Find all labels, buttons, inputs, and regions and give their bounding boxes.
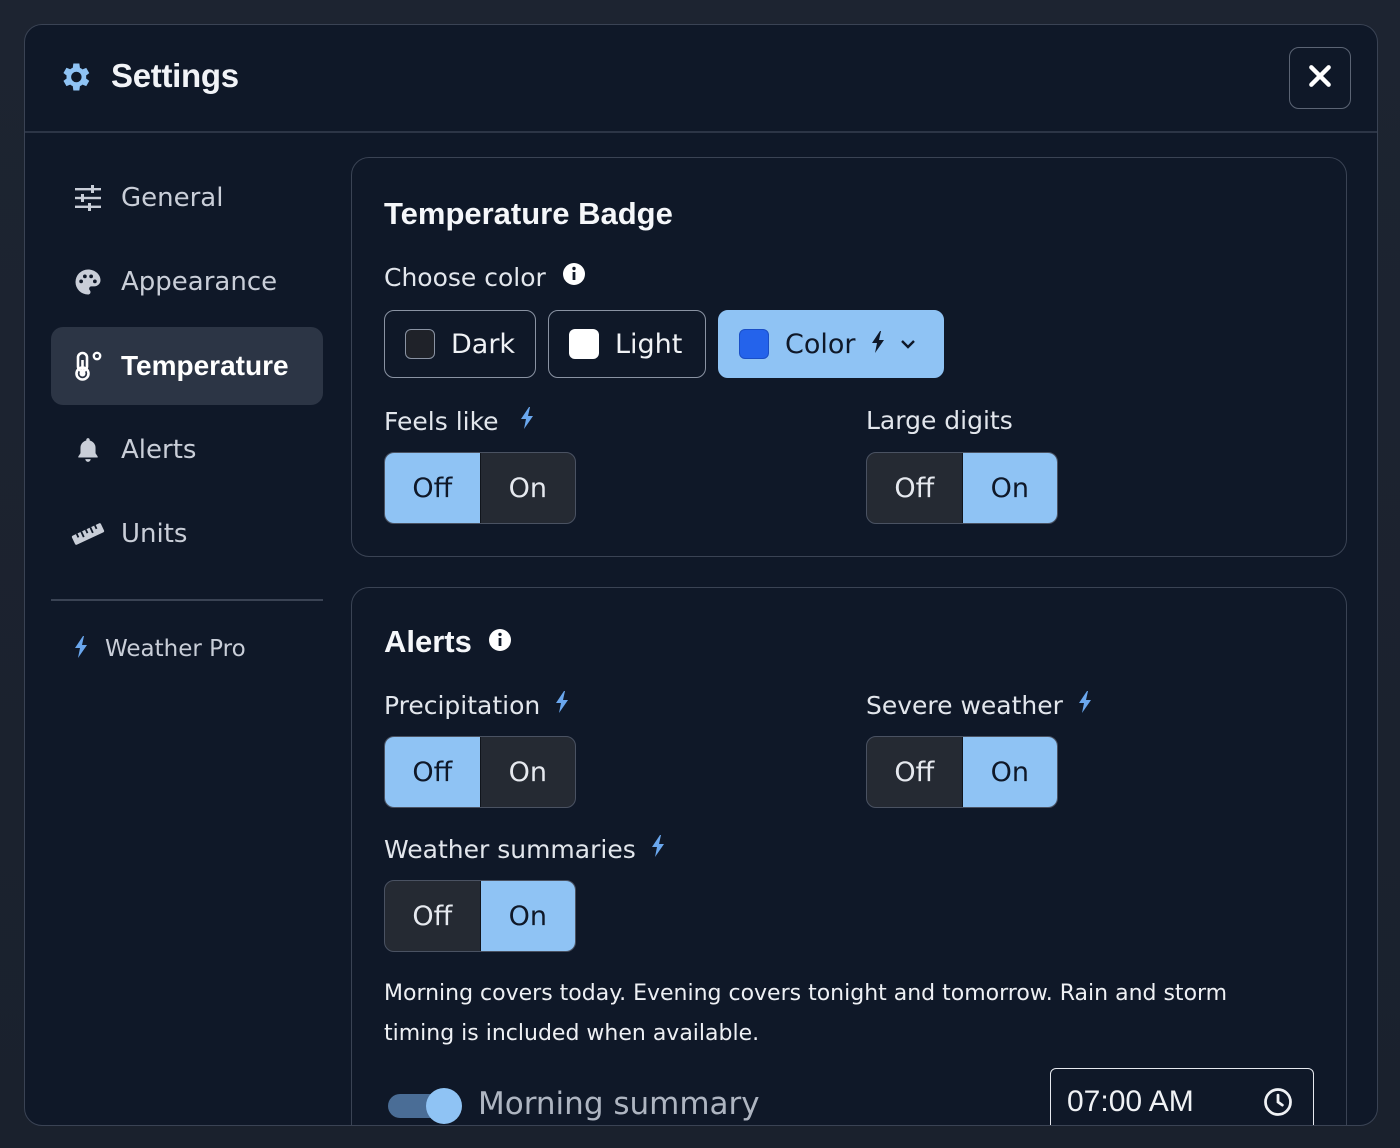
sidebar-item-temperature[interactable]: Temperature: [51, 327, 323, 405]
large-digits-label: Large digits: [866, 406, 1013, 435]
feels-like-on-option[interactable]: On: [479, 453, 576, 523]
precipitation-off-option[interactable]: Off: [385, 737, 480, 807]
weather-pro-label: Weather Pro: [105, 636, 246, 662]
precipitation-on-option[interactable]: On: [479, 737, 576, 807]
choose-color-text: Choose color: [384, 262, 546, 292]
sidebar-item-general[interactable]: General: [51, 159, 323, 237]
sidebar-item-appearance[interactable]: Appearance: [51, 243, 323, 321]
severe-weather-off-option[interactable]: Off: [867, 737, 962, 807]
color-option-dark[interactable]: Dark: [384, 310, 536, 378]
bell-icon: [71, 433, 105, 467]
close-button[interactable]: [1289, 47, 1351, 109]
dialog-header: Settings: [25, 25, 1377, 133]
large-digits-text: Large digits: [866, 406, 1013, 435]
large-digits-off-option[interactable]: Off: [867, 453, 962, 523]
precipitation-label: Precipitation: [384, 690, 570, 720]
bolt-icon: [1077, 690, 1093, 720]
time-value: 07:00 AM: [1067, 1085, 1194, 1118]
feels-like-off-option[interactable]: Off: [385, 453, 480, 523]
large-digits-toggle: Off On: [866, 452, 1058, 524]
weather-summaries-text: Weather summaries: [384, 834, 636, 864]
severe-weather-label: Severe weather: [866, 690, 1093, 720]
alerts-title: Alerts: [384, 624, 512, 660]
sidebar-item-label: Units: [121, 519, 188, 549]
sidebar-item-alerts[interactable]: Alerts: [51, 411, 323, 489]
dialog-title: Settings: [111, 57, 239, 94]
dark-swatch: [405, 329, 435, 359]
temperature-badge-card: Temperature Badge Choose color Dark Ligh…: [351, 157, 1347, 557]
feels-like-text: Feels like: [384, 406, 499, 436]
sidebar: General Appearance Temperature Alerts Un…: [51, 159, 323, 579]
sidebar-divider: [51, 599, 323, 601]
color-option-light[interactable]: Light: [548, 310, 706, 378]
sidebar-item-label: General: [121, 183, 224, 213]
weather-pro-link[interactable]: Weather Pro: [73, 629, 246, 669]
bolt-icon: [73, 635, 89, 663]
precipitation-text: Precipitation: [384, 690, 541, 720]
bolt-icon: [519, 406, 535, 436]
sidebar-item-units[interactable]: Units: [51, 495, 323, 573]
chevron-down-icon: [900, 335, 916, 354]
info-icon[interactable]: [488, 624, 512, 660]
sidebar-item-label: Temperature: [121, 350, 289, 381]
color-swatch: [739, 329, 769, 359]
color-option-color[interactable]: Color: [718, 310, 944, 378]
precipitation-toggle: Off On: [384, 736, 576, 808]
severe-weather-text: Severe weather: [866, 690, 1063, 720]
bolt-icon: [870, 330, 886, 358]
color-option-label: Light: [615, 328, 683, 360]
clock-icon[interactable]: [1263, 1087, 1293, 1121]
bolt-icon: [554, 690, 570, 720]
close-icon: [1307, 63, 1333, 93]
weather-summaries-on-option[interactable]: On: [479, 881, 575, 951]
morning-summary-time-input[interactable]: 07:00 AM: [1050, 1068, 1314, 1125]
color-option-label: Dark: [451, 328, 516, 360]
large-digits-on-option[interactable]: On: [961, 453, 1057, 523]
weather-summaries-off-option[interactable]: Off: [385, 881, 480, 951]
card-title: Alerts: [384, 624, 472, 659]
color-option-label: Color: [785, 328, 856, 360]
summaries-description: Morning covers today. Evening covers ton…: [384, 981, 1228, 1046]
sliders-icon: [71, 181, 105, 215]
severe-weather-toggle: Off On: [866, 736, 1058, 808]
thermometer-icon: [71, 349, 105, 383]
palette-icon: [71, 265, 105, 299]
weather-summaries-toggle: Off On: [384, 880, 576, 952]
feels-like-label: Feels like: [384, 406, 535, 436]
gear-icon: [57, 59, 93, 95]
alerts-card: Alerts Precipitation Off On Severe weath…: [351, 587, 1347, 1125]
settings-dialog: Settings General Appearance Temperature …: [24, 24, 1378, 1126]
info-icon[interactable]: [562, 262, 586, 292]
morning-summary-switch[interactable]: [388, 1088, 462, 1124]
sidebar-item-label: Alerts: [121, 435, 197, 465]
card-title: Temperature Badge: [384, 196, 673, 231]
switch-knob: [426, 1088, 462, 1124]
ruler-icon: [71, 517, 105, 551]
feels-like-toggle: Off On: [384, 452, 576, 524]
weather-summaries-label: Weather summaries: [384, 834, 666, 864]
choose-color-label: Choose color: [384, 262, 586, 292]
light-swatch: [569, 329, 599, 359]
morning-summary-label: Morning summary: [478, 1086, 760, 1122]
severe-weather-on-option[interactable]: On: [961, 737, 1057, 807]
bolt-icon: [650, 834, 666, 864]
sidebar-item-label: Appearance: [121, 267, 278, 297]
